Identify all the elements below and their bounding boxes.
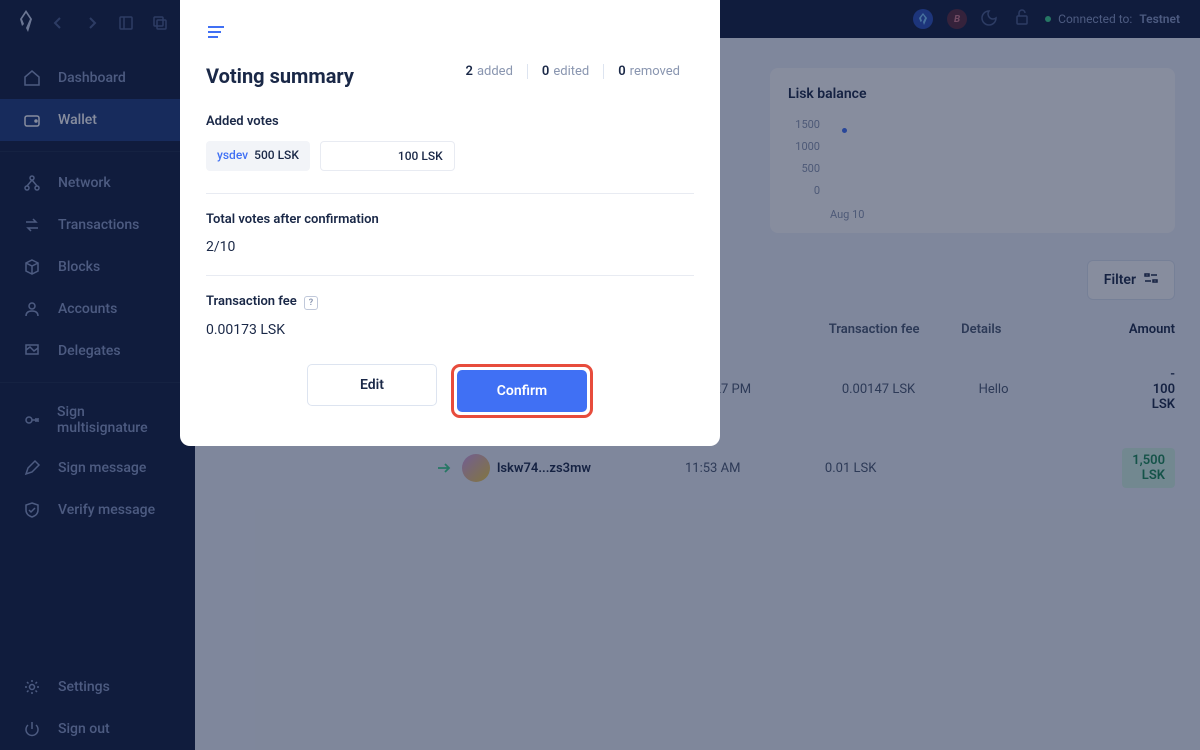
- queue-icon: [206, 24, 694, 44]
- vote-chip[interactable]: ysdev 500 LSK: [206, 141, 310, 171]
- modal-stats: 2added 0edited 0removed: [466, 64, 695, 79]
- modal-header: Voting summary 2added 0edited 0removed: [206, 64, 694, 88]
- chip-name: [332, 149, 392, 163]
- stat-edited: 0edited: [527, 64, 603, 79]
- total-votes-value: 2/10: [206, 239, 694, 255]
- modal-title: Voting summary: [206, 64, 354, 88]
- stat-removed: 0removed: [603, 64, 694, 79]
- modal-actions: Edit Confirm: [206, 364, 694, 418]
- chip-name: ysdev: [217, 148, 248, 164]
- edit-button[interactable]: Edit: [307, 364, 437, 406]
- fee-label: Transaction fee ?: [206, 294, 694, 310]
- vote-chips: ysdev 500 LSK 100 LSK: [206, 141, 694, 171]
- chip-amount: 100 LSK: [398, 149, 443, 163]
- confirm-button[interactable]: Confirm: [457, 370, 587, 412]
- total-votes-label: Total votes after confirmation: [206, 212, 694, 227]
- divider: [206, 275, 694, 276]
- voting-summary-modal: Voting summary 2added 0edited 0removed A…: [180, 0, 720, 446]
- divider: [206, 193, 694, 194]
- vote-chip[interactable]: 100 LSK: [320, 141, 455, 171]
- fee-value: 0.00173 LSK: [206, 322, 694, 338]
- confirm-highlight: Confirm: [451, 364, 593, 418]
- added-votes-label: Added votes: [206, 114, 694, 129]
- stat-added: 2added: [466, 64, 527, 79]
- chip-amount: 500 LSK: [254, 148, 299, 164]
- help-icon[interactable]: ?: [304, 296, 318, 310]
